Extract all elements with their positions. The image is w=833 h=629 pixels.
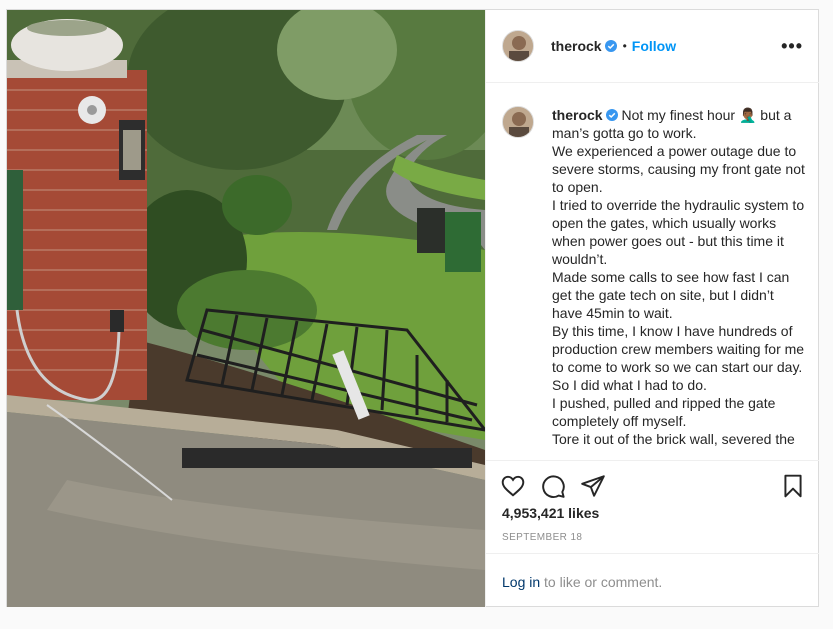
comment-icon[interactable] (540, 473, 566, 499)
caption-avatar[interactable] (502, 106, 534, 138)
caption-line: therock Not my finest hour 🤦🏾‍♂️ but a m… (552, 106, 808, 142)
login-prompt: Log in to like or comment. (502, 574, 662, 590)
caption-line: We experienced a power outage due to sev… (552, 143, 805, 195)
post-photo[interactable] (7, 10, 485, 607)
post-header: therock • Follow ••• (486, 10, 819, 83)
actions-section: 4,953,421 likes SEPTEMBER 18 (486, 460, 819, 543)
post-caption: therock Not my finest hour 🤦🏾‍♂️ but a m… (552, 106, 808, 448)
login-prompt-text: to like or comment. (540, 574, 663, 590)
verified-badge-icon (605, 109, 618, 121)
verified-badge-icon (604, 40, 617, 52)
author-username[interactable]: therock (551, 38, 602, 54)
more-options-icon[interactable]: ••• (781, 36, 803, 57)
follow-button[interactable]: Follow (632, 38, 676, 54)
comment-section: Log in to like or comment. (486, 553, 819, 608)
post-date[interactable]: SEPTEMBER 18 (502, 532, 582, 543)
login-link[interactable]: Log in (502, 574, 540, 590)
caption-line: So I did what I had to do. (552, 377, 707, 393)
likes-count[interactable]: 4,953,421 likes (502, 505, 599, 521)
action-icons (500, 473, 806, 499)
author-avatar[interactable] (502, 30, 534, 62)
bookmark-icon[interactable] (780, 473, 806, 499)
share-icon[interactable] (580, 473, 606, 499)
caption-line: I tried to override the hydraulic system… (552, 197, 805, 267)
post-card: therock • Follow ••• therock Not my fine… (6, 9, 819, 607)
caption-area: therock Not my finest hour 🤦🏾‍♂️ but a m… (486, 82, 819, 460)
heart-icon[interactable] (500, 473, 526, 499)
author-name-row: therock • Follow (551, 38, 676, 54)
caption-line: I pushed, pulled and ripped the gate com… (552, 395, 776, 429)
caption-line: Made some calls to see how fast I can ge… (552, 269, 790, 321)
caption-line: By this time, I know I have hundreds of … (552, 323, 805, 375)
post-sidebar: therock • Follow ••• therock Not my fine… (485, 10, 819, 607)
caption-username[interactable]: therock (552, 107, 603, 123)
separator-dot: • (622, 39, 627, 53)
caption-line: Tore it out of the brick wall, severed t… (552, 431, 795, 447)
